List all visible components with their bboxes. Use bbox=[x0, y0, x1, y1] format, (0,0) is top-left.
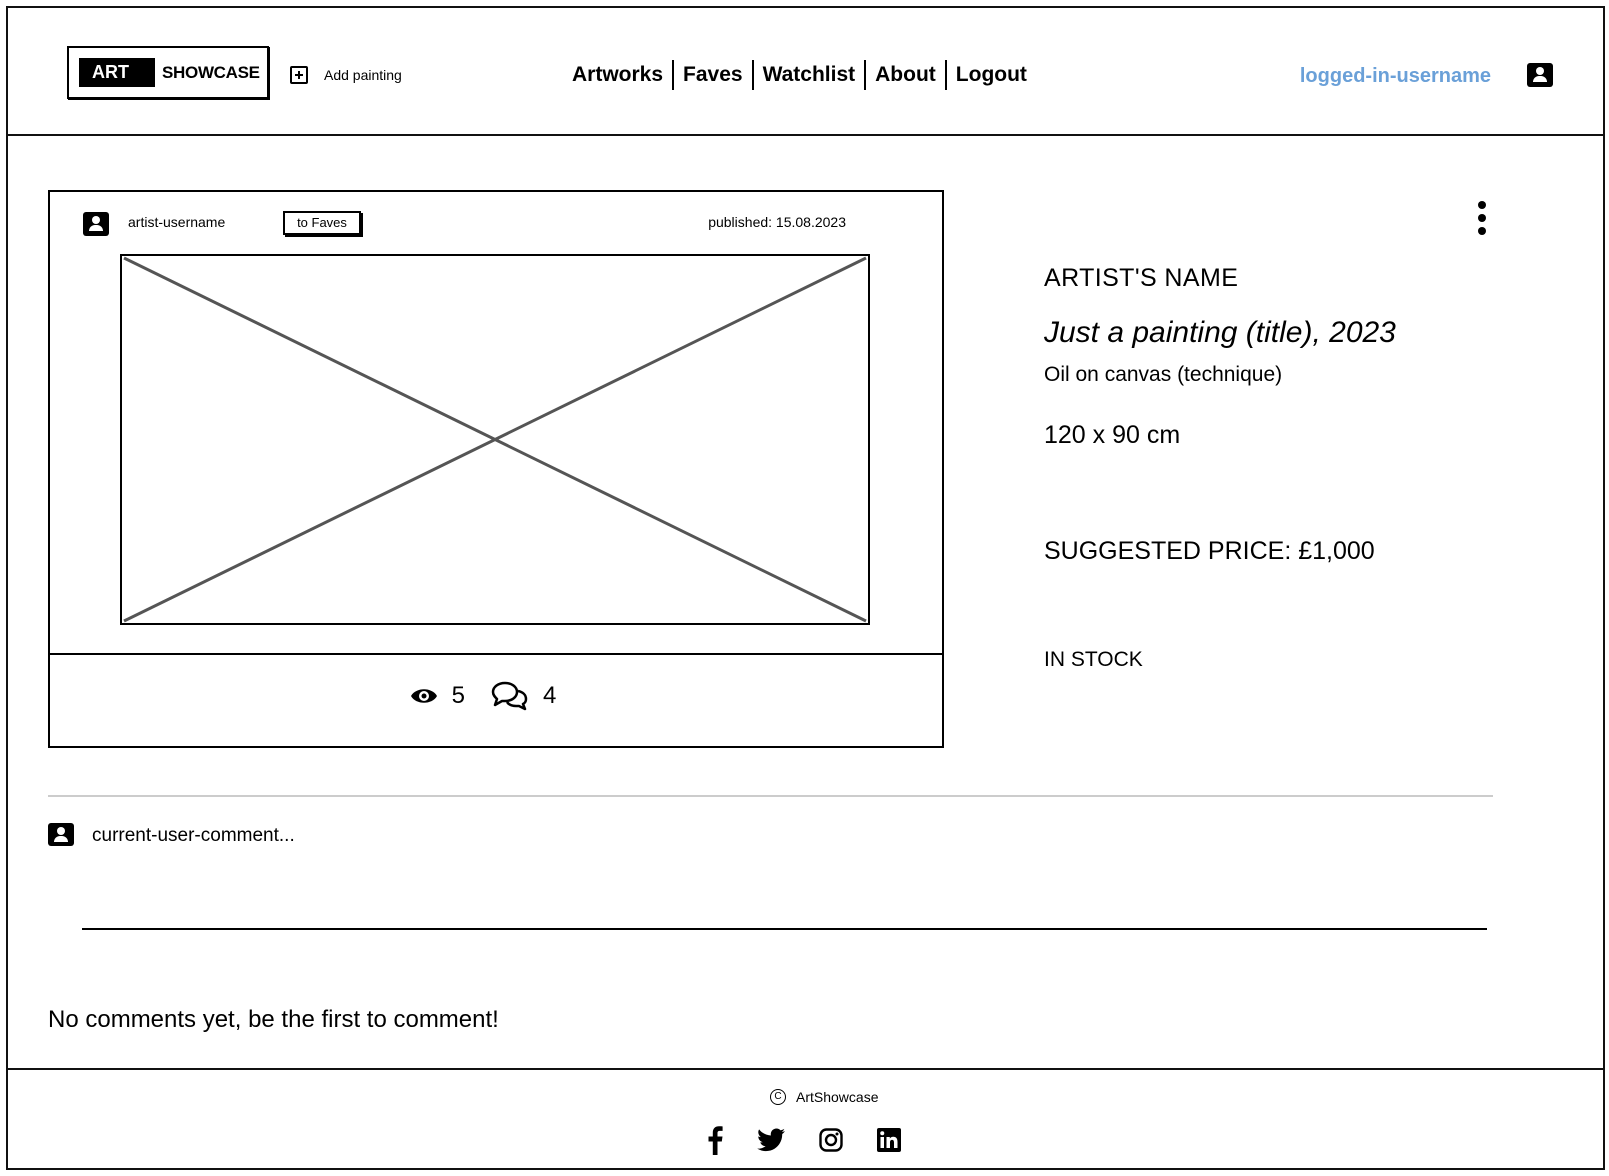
logo-showcase-text: SHOWCASE bbox=[162, 63, 260, 82]
linkedin-icon[interactable] bbox=[877, 1128, 901, 1152]
nav-artworks[interactable]: Artworks bbox=[572, 60, 672, 90]
no-comments-message: No comments yet, be the first to comment… bbox=[48, 1006, 499, 1033]
artwork-title: Just a painting (title), 2023 bbox=[1044, 316, 1396, 349]
artwork-stats: 5 4 bbox=[50, 676, 942, 716]
site-logo[interactable]: ART SHOWCASE bbox=[67, 46, 269, 99]
instagram-icon[interactable] bbox=[819, 1128, 843, 1152]
comments-count: 4 bbox=[543, 682, 557, 709]
facebook-icon[interactable] bbox=[707, 1125, 723, 1155]
twitter-icon[interactable] bbox=[757, 1128, 785, 1152]
nav-faves[interactable]: Faves bbox=[674, 60, 752, 90]
plus-square-icon bbox=[290, 66, 308, 84]
copyright-text: ArtShowcase bbox=[796, 1089, 879, 1105]
logo-art-text: ART bbox=[79, 58, 155, 87]
footer-divider bbox=[6, 1068, 1605, 1070]
artist-username[interactable]: artist-username bbox=[128, 214, 225, 230]
suggested-price: SUGGESTED PRICE: £1,000 bbox=[1044, 537, 1375, 565]
artist-name: ARTIST'S NAME bbox=[1044, 264, 1239, 292]
artwork-technique: Oil on canvas (technique) bbox=[1044, 363, 1283, 386]
artwork-card: artist-username to Faves published: 15.0… bbox=[48, 190, 944, 748]
social-links bbox=[707, 1125, 935, 1155]
copyright-icon: C bbox=[770, 1089, 786, 1105]
nav-about[interactable]: About bbox=[866, 60, 945, 90]
card-divider bbox=[50, 653, 942, 655]
add-painting-link[interactable]: Add painting bbox=[290, 64, 402, 86]
more-options-icon[interactable] bbox=[1474, 199, 1490, 237]
add-to-faves-button[interactable]: to Faves bbox=[283, 211, 361, 235]
artwork-dimensions: 120 x 90 cm bbox=[1044, 421, 1181, 449]
copyright: C ArtShowcase bbox=[770, 1089, 878, 1105]
eye-icon bbox=[410, 689, 437, 703]
header-divider bbox=[6, 134, 1605, 136]
artwork-image-placeholder bbox=[120, 254, 870, 625]
add-painting-label: Add painting bbox=[324, 67, 402, 83]
user-avatar-icon[interactable] bbox=[1527, 63, 1553, 87]
nav-logout[interactable]: Logout bbox=[947, 60, 1036, 90]
views-count: 5 bbox=[451, 682, 465, 709]
artist-avatar-icon bbox=[83, 212, 109, 236]
stock-status: IN STOCK bbox=[1044, 648, 1143, 671]
comments-icon[interactable] bbox=[491, 680, 529, 712]
main-nav: Artworks Faves Watchlist About Logout bbox=[572, 60, 1036, 90]
logged-in-username[interactable]: logged-in-username bbox=[1300, 62, 1491, 90]
published-date: published: 15.08.2023 bbox=[708, 214, 846, 230]
image-placeholder-icon bbox=[123, 256, 867, 623]
current-user-avatar-icon bbox=[48, 823, 74, 846]
comment-input[interactable] bbox=[82, 818, 1487, 930]
comments-divider bbox=[48, 795, 1493, 797]
nav-watchlist[interactable]: Watchlist bbox=[754, 60, 865, 90]
